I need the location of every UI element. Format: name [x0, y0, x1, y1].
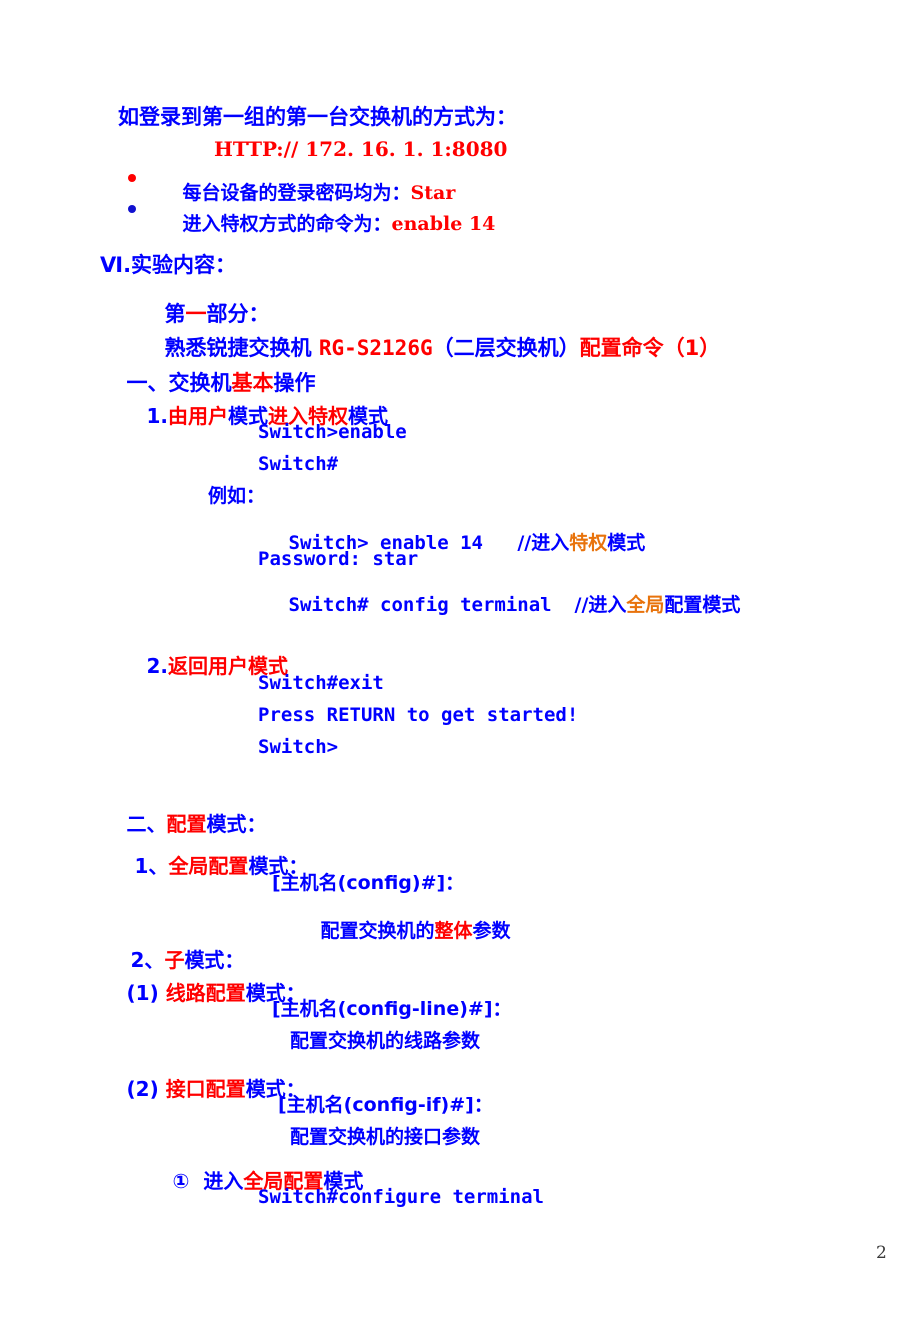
desc-prefix: 配置交换机的: [320, 920, 435, 942]
item-segment-from-user: 由用户: [168, 404, 229, 428]
description-line: 配置交换机的线路参数: [290, 1030, 481, 1052]
submode-space: [159, 1077, 166, 1101]
command-line: Switch#: [258, 453, 339, 475]
prompt-line: [主机名(config-if)#]：: [278, 1094, 493, 1116]
heading-segment-config: 配置: [166, 812, 207, 836]
sub-number: 1、: [134, 854, 169, 878]
title-segment-layer2: （二层交换机）: [432, 336, 580, 360]
item-number: 2.: [146, 654, 169, 678]
title-segment-commands: 配置命令（1）: [579, 336, 721, 360]
sub-highlight: 全局配置: [168, 854, 249, 878]
step-space: [189, 1169, 203, 1193]
login-bullet-item: 进入特权方式的命令为：enable 14: [152, 199, 496, 250]
comment-suffix: 模式: [607, 532, 646, 554]
bullet-label: 进入特权方式的命令为：: [182, 213, 392, 235]
command-text: Switch# config terminal: [288, 594, 552, 616]
command-line: Switch#configure terminal: [258, 1186, 544, 1208]
item-number: 1.: [146, 404, 169, 428]
login-url-line: HTTP:// 172. 16. 1. 1:8080: [214, 137, 508, 161]
submode-number: (1): [126, 981, 159, 1005]
heading-segment-two: 二、: [126, 812, 167, 836]
submode-number: (2): [126, 1077, 159, 1101]
description-line: 配置交换机的接口参数: [290, 1126, 481, 1148]
desc-highlight: 整体: [434, 920, 473, 942]
step-prefix: 进入: [203, 1169, 244, 1193]
comment-highlight: 特权: [569, 532, 608, 554]
prompt-line: [主机名(config)#]：: [272, 872, 465, 894]
heading-segment-mode: 模式：: [206, 812, 267, 836]
comment-suffix: 配置模式: [664, 594, 741, 616]
title-segment-model: RG-S2126G: [318, 336, 433, 360]
submode-highlight: 接口配置: [165, 1077, 246, 1101]
comment-prefix: //进入: [517, 532, 570, 554]
submode-item-heading: (2) 接口配置模式：: [96, 1063, 306, 1115]
bullet-marker-icon: [128, 174, 136, 182]
comment-highlight: 全局: [626, 594, 665, 616]
command-line: Press RETURN to get started!: [258, 704, 579, 726]
bullet-value: enable 14: [391, 213, 496, 235]
login-intro-line: 如登录到第一组的第一台交换机的方式为：: [118, 105, 517, 129]
command-line: Switch#exit: [258, 672, 384, 694]
submode-space: [159, 981, 166, 1005]
command-line: Password: star: [258, 548, 419, 570]
submode-highlight: 线路配置: [165, 981, 246, 1005]
comment-prefix: //进入: [574, 594, 627, 616]
page-number: 2: [876, 1243, 887, 1263]
document-page: 如登录到第一组的第一台交换机的方式为： HTTP:// 172. 16. 1. …: [0, 0, 920, 1341]
comment-spacer: [483, 532, 517, 554]
comment-spacer: [552, 594, 575, 616]
example-label: 例如：: [208, 485, 266, 507]
command-line-with-comment: Switch# config terminal //进入全局配置模式: [258, 580, 741, 631]
section-vi-heading: Ⅵ.实验内容：: [100, 253, 237, 277]
desc-suffix: 参数: [472, 920, 511, 942]
description-line: 配置交换机的整体参数: [290, 906, 511, 957]
command-line: Switch>enable: [258, 421, 407, 443]
prompt-line: [主机名(config-line)#]：: [272, 998, 512, 1020]
bullet-marker-icon: [128, 205, 136, 213]
command-line: Switch>: [258, 736, 339, 758]
circled-number-one-icon: ①: [172, 1169, 190, 1193]
